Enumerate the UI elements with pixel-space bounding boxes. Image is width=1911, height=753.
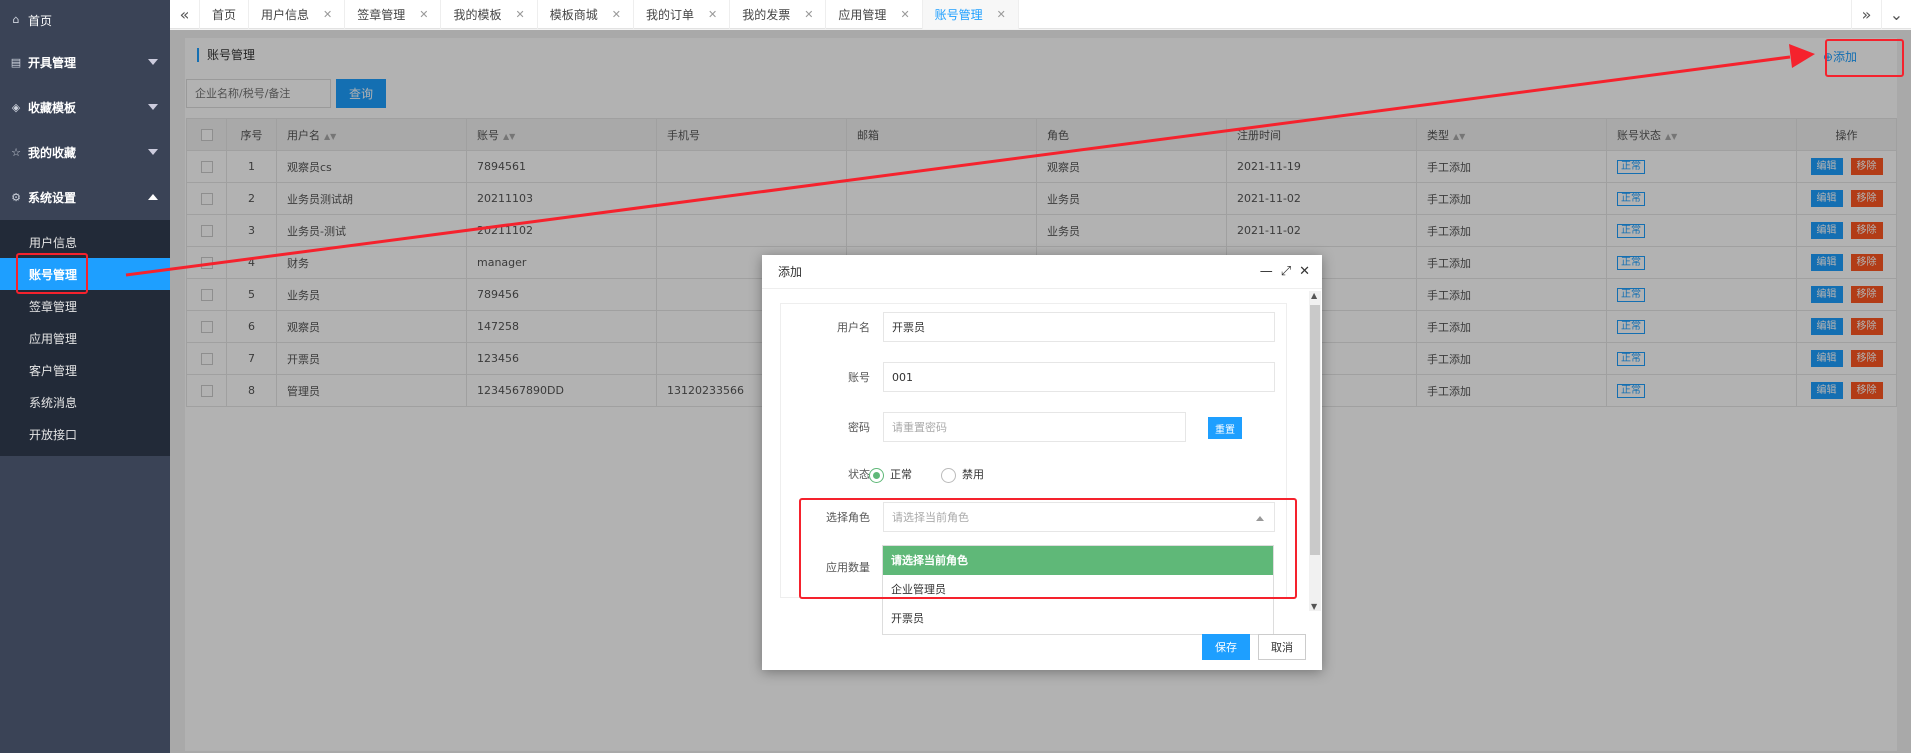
account-label: 账号 [848,371,870,384]
close-icon[interactable]: ✕ [900,8,909,21]
chevron-down-icon[interactable]: ⌄ [1881,0,1911,29]
close-icon[interactable]: ✕ [1299,264,1310,279]
close-icon[interactable]: ✕ [323,8,332,21]
save-button[interactable]: 保存 [1202,634,1250,660]
home-icon: ⌂ [12,13,20,26]
tab-signature[interactable]: 签章管理 ✕ [345,0,442,29]
username-label: 用户名 [837,321,870,334]
tab-label: 用户信息 [261,8,310,22]
add-account-dialog: 添加 — ⤢ ✕ 用户名 开票员 账号 001 密码 请重置密码 重置 状态 正… [762,255,1322,670]
close-icon[interactable]: ✕ [804,8,813,21]
account-input[interactable]: 001 [883,362,1275,392]
tab-right-tools: » ⌄ [1851,0,1911,29]
scroll-up-icon[interactable]: ▲ [1311,291,1317,300]
document-icon: ▤ [10,55,22,69]
form-row-password: 密码 请重置密码 重置 [781,412,1286,444]
status-normal-label: 正常 [890,468,912,481]
status-disabled-radio[interactable] [941,467,956,483]
tab-account-management[interactable]: 账号管理 ✕ [922,0,1019,29]
sidebar-item-customers[interactable]: 客户管理 [0,354,170,386]
tab-label: 首页 [212,8,237,22]
sidebar: ⌂ 首页 ▤ 开具管理 ◈ 收藏模板 ☆ 我的收藏 ⚙ 系统设置 用户信息 账号… [0,0,170,753]
nav-group-label: 我的收藏 [28,146,77,160]
status-disabled-label: 禁用 [962,468,984,481]
close-icon[interactable]: ✕ [419,8,428,21]
layers-icon: ◈ [11,100,21,114]
minimize-icon[interactable]: — [1260,264,1273,279]
close-icon[interactable]: ✕ [708,8,717,21]
form-row-username: 用户名 开票员 [781,312,1286,344]
scroll-down-icon[interactable]: ▼ [1311,602,1317,611]
star-icon: ☆ [11,145,21,159]
tab-my-invoices[interactable]: 我的发票 ✕ [730,0,827,29]
tab-user-info[interactable]: 用户信息 ✕ [249,0,346,29]
maximize-icon[interactable]: ⤢ [1281,264,1291,279]
role-option[interactable]: 开票员 [883,604,1273,633]
scrollbar-thumb[interactable] [1310,305,1320,555]
tab-apps[interactable]: 应用管理 ✕ [826,0,923,29]
nav-home-label: 首页 [28,13,53,28]
form-row-account: 账号 001 [781,362,1286,394]
status-normal-radio[interactable] [869,467,884,483]
nav-group-settings[interactable]: ⚙ 系统设置 [0,175,170,220]
nav-home[interactable]: ⌂ 首页 [0,0,170,40]
nav-group-issue[interactable]: ▤ 开具管理 [0,40,170,85]
status-radio-group: 正常 禁用 [869,459,984,491]
sidebar-item-signature[interactable]: 签章管理 [0,290,170,322]
gear-icon: ⚙ [11,190,21,204]
double-chevron-left-icon[interactable]: « [170,0,200,29]
chevron-down-icon [148,104,158,110]
close-icon[interactable]: ✕ [516,8,525,21]
cancel-button[interactable]: 取消 [1258,634,1306,660]
annotation-box-sidebar [16,253,88,294]
tab-home[interactable]: 首页 [200,0,250,29]
nav-group-templates[interactable]: ◈ 收藏模板 [0,85,170,130]
double-chevron-right-icon[interactable]: » [1851,0,1881,29]
tab-label: 我的发票 [742,8,791,22]
dialog-header: 添加 — ⤢ ✕ [762,255,1322,289]
dialog-footer: 保存 取消 [1202,634,1306,660]
dialog-scrollbar[interactable]: ▲ ▼ [1309,291,1321,611]
tab-label: 签章管理 [357,8,406,22]
chevron-down-icon [148,149,158,155]
status-label: 状态 [848,468,870,481]
tab-template-store[interactable]: 模板商城 ✕ [538,0,634,29]
close-icon[interactable]: ✕ [997,8,1006,21]
sidebar-item-apps[interactable]: 应用管理 [0,322,170,354]
nav-group-label: 开具管理 [28,56,77,70]
tab-label: 我的模板 [453,8,502,22]
password-input[interactable]: 请重置密码 [883,412,1186,442]
tab-label: 账号管理 [934,8,983,22]
dialog-tools: — ⤢ ✕ [1260,264,1310,279]
chevron-down-icon [148,59,158,65]
sidebar-item-open-api[interactable]: 开放接口 [0,418,170,450]
tab-bar: « 首页 用户信息 ✕ 签章管理 ✕ 我的模板 ✕ 模板商城 ✕ 我的订单 ✕ 我的发票 ✕… [170,0,1911,29]
annotation-box-add [1825,39,1904,77]
close-icon[interactable]: ✕ [612,8,621,21]
nav-group-favorites[interactable]: ☆ 我的收藏 [0,130,170,175]
form-row-status: 状态 正常 禁用 [781,459,1286,491]
chevron-up-icon [148,194,158,200]
tab-my-orders[interactable]: 我的订单 ✕ [634,0,731,29]
tab-my-templates[interactable]: 我的模板 ✕ [441,0,538,29]
tab-label: 我的订单 [645,8,694,22]
dialog-title: 添加 [778,265,803,279]
reset-password-button[interactable]: 重置 [1208,417,1242,439]
tab-label: 应用管理 [838,8,887,22]
nav-group-label: 收藏模板 [28,101,77,115]
tab-label: 模板商城 [549,8,598,22]
nav-group-label: 系统设置 [28,191,77,205]
sidebar-item-messages[interactable]: 系统消息 [0,386,170,418]
username-input[interactable]: 开票员 [883,312,1275,342]
password-label: 密码 [848,421,870,434]
annotation-box-role [799,498,1297,599]
